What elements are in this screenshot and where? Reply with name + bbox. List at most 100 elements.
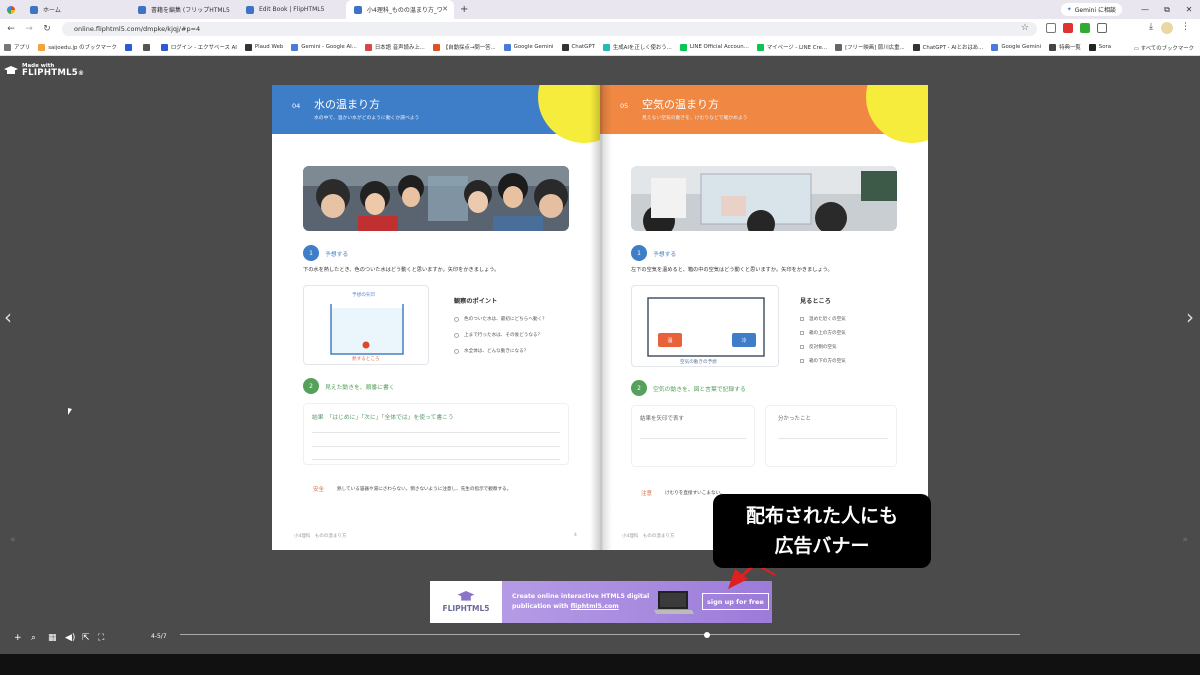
book-spread[interactable]: 04 水の温まり方 水の中で、温かい水がどのように動くか調べよう 1 予想する … (272, 85, 928, 550)
bookmark-item[interactable] (142, 43, 153, 51)
search-icon[interactable]: ⌕ (31, 633, 36, 643)
writing-line (312, 446, 560, 447)
ad-link[interactable]: fliphtml5.com (571, 603, 619, 610)
grid-icon[interactable]: ▦ (48, 633, 57, 643)
prev-page-arrow-icon[interactable]: ‹ (4, 305, 12, 329)
chapter-number: 05 (620, 102, 629, 110)
bookmark-item[interactable]: 特典一覧 (1049, 43, 1081, 51)
mouse-cursor-icon (68, 408, 72, 415)
page-progress-track[interactable] (180, 634, 1020, 635)
point-item: 色のついた水は、最初にどちらへ動く？ (454, 316, 547, 322)
bookmark-item[interactable]: 【自動採点→問一答... (432, 43, 496, 51)
bookmark-label: saijoedu.jp のブックマーク (48, 45, 117, 51)
screenshot: ホーム 書籍を編集 (フリップHTML5 Edit Book | FlipHTM… (0, 0, 1200, 675)
minimize-button[interactable]: — (1134, 5, 1156, 14)
page-left: 04 水の温まり方 水の中で、温かい水がどのように動くか調べよう 1 予想する … (272, 85, 600, 550)
tab-edit-book[interactable]: Edit Book | FlipHTML5 (238, 0, 346, 19)
navigation-bar: ← → ↻ online.fliphtml5.com/dmpke/kjqj/#p… (0, 19, 1200, 39)
bookmark-favicon-icon (38, 43, 46, 51)
tab-active-book[interactable]: 小4理科_ものの温まり方_ワ ✕ (346, 0, 454, 19)
point-item: 反対側の空気 (800, 344, 837, 350)
findings-area[interactable]: 分かったこと (765, 405, 897, 467)
bookmark-item[interactable]: [フリー映画] 節川広重... (835, 43, 905, 51)
extensions-puzzle-icon[interactable] (1097, 23, 1107, 33)
extension-red-icon[interactable] (1063, 23, 1073, 33)
air-box-diagram: 温 冷 空気の動きの予想 (631, 285, 779, 367)
back-icon[interactable]: ← (4, 24, 18, 34)
bookmark-item[interactable]: Plaud Web (244, 43, 283, 51)
bookmark-item[interactable]: ChatGPT (561, 43, 595, 51)
sound-icon[interactable]: ◀) (65, 633, 75, 643)
taskbar (0, 654, 1200, 675)
zoom-in-icon[interactable]: + (14, 633, 22, 643)
page-footer-left: 小4理科 ものの温まり方 (294, 534, 347, 539)
extension-green-icon[interactable] (1080, 23, 1090, 33)
gemini-button[interactable]: ✦ Gemini に相談 (1060, 3, 1122, 16)
tab-home[interactable]: ホーム (22, 0, 130, 19)
step1-heading: 1 予想する (631, 245, 676, 261)
point-text: 反対側の空気 (809, 345, 837, 350)
fliphtml5-favicon-icon (354, 5, 362, 14)
download-icon[interactable]: ⤓ (1149, 22, 1153, 34)
bookmark-item[interactable]: 生成AIを正しく使おう... (602, 43, 672, 51)
bullet-icon (454, 332, 459, 338)
bookmark-item[interactable]: saijoedu.jp のブックマーク (38, 43, 117, 51)
heater-block: 温 (658, 333, 682, 347)
bookmark-item[interactable]: マイページ - LINE Cre... (756, 43, 828, 51)
last-page-icon[interactable]: » (1182, 535, 1188, 545)
writing-area[interactable]: 結果 「はじめに」「次に」「全体では」を使って書こう (303, 403, 569, 465)
result-drawing-area[interactable]: 結果を矢印で表す (631, 405, 755, 467)
share-icon[interactable]: ⇱ (82, 633, 90, 643)
bookmark-item[interactable]: LINE Official Accoun... (679, 43, 749, 51)
restore-button[interactable]: ⧉ (1156, 5, 1178, 15)
bookmark-favicon-icon (4, 43, 11, 51)
reload-icon[interactable]: ↻ (40, 24, 54, 34)
bookmark-item[interactable]: アプリ (4, 43, 30, 51)
new-tab-button[interactable]: + (460, 4, 468, 15)
fliphtml5-logo[interactable]: Made with FLIPHTML5® (4, 63, 84, 78)
page-progress-thumb[interactable] (703, 632, 710, 638)
bookmark-item[interactable]: ChatGPT - AIとおはあ... (912, 43, 983, 51)
point-text: 箱の下の方の空気 (809, 359, 846, 364)
address-bar[interactable]: online.fliphtml5.com/dmpke/kjqj/#p=4 ☆ (62, 22, 1037, 36)
tab-google[interactable] (0, 0, 22, 19)
url-text: online.fliphtml5.com/dmpke/kjqj/#p=4 (74, 25, 201, 33)
bookmark-item[interactable]: Google Gemini (503, 43, 554, 51)
signup-button[interactable]: sign up for free (702, 593, 769, 610)
bookmark-item[interactable]: Gemini - Google AI... (291, 43, 357, 51)
bookmark-favicon-icon (679, 43, 687, 51)
step2-number: 2 (303, 378, 319, 394)
tab-label: Edit Book | FlipHTML5 (259, 6, 325, 13)
bookmark-item[interactable]: ログイン - エクサベース AI (160, 43, 237, 51)
bookmark-item[interactable]: 日本語 音声読み上... (364, 43, 425, 51)
bookmark-label: [フリー映画] 節川広重... (845, 45, 905, 51)
bookmark-star-icon[interactable]: ☆ (1021, 23, 1029, 33)
first-page-icon[interactable]: « (10, 535, 16, 545)
checkbox-icon (800, 317, 804, 321)
forward-icon[interactable]: → (22, 24, 36, 34)
bookmark-favicon-icon (124, 43, 132, 51)
fullscreen-icon[interactable]: ⛶ (98, 633, 104, 643)
bookmark-item[interactable]: Google Gemini (991, 43, 1041, 51)
bullet-icon (454, 348, 459, 354)
all-bookmarks-link[interactable]: ▭ すべてのブックマーク (1134, 44, 1194, 52)
callout-line2: 広告バナー (774, 535, 870, 557)
menu-icon[interactable]: ⋮ (1181, 22, 1190, 34)
extension-icon[interactable] (1046, 23, 1056, 33)
air-box-drawing (647, 297, 765, 357)
profile-avatar[interactable] (1161, 22, 1173, 34)
ad-banner[interactable]: FLIPHTML5 Create online interactive HTML… (430, 581, 772, 623)
bookmark-item[interactable]: Sora (1088, 43, 1111, 51)
bookmark-label: マイページ - LINE Cre... (766, 45, 828, 51)
classroom-experiment-photo (631, 166, 897, 231)
all-bookmarks-label: すべてのブックマーク (1140, 46, 1194, 52)
bookmark-item[interactable] (124, 43, 135, 51)
tab-close-icon[interactable]: ✕ (442, 5, 448, 13)
safety-label: 安全 (313, 487, 325, 493)
close-window-button[interactable]: ✕ (1178, 5, 1200, 14)
bookmark-favicon-icon (160, 43, 168, 51)
gemini-label: Gemini に相談 (1074, 7, 1116, 14)
tab-bar: ホーム 書籍を編集 (フリップHTML5 Edit Book | FlipHTM… (0, 0, 1200, 19)
next-page-arrow-icon[interactable]: › (1186, 305, 1194, 329)
tab-edit-book-jp[interactable]: 書籍を編集 (フリップHTML5 (130, 0, 238, 19)
